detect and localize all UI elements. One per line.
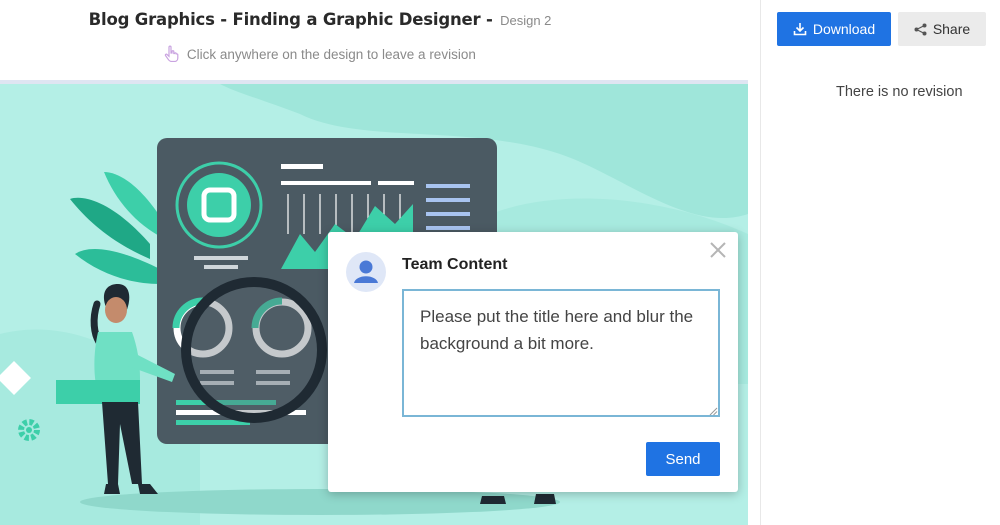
user-avatar-icon [346,252,386,292]
design-version: Design 2 [500,13,552,28]
send-button[interactable]: Send [646,442,720,476]
pointer-hand-icon [164,45,179,62]
share-icon [914,23,927,35]
title-line: Blog Graphics - Finding a Graphic Design… [0,10,640,30]
download-icon [793,23,807,36]
share-label: Share [932,21,971,37]
close-icon[interactable] [708,240,728,260]
design-title: Blog Graphics - Finding a Graphic Design… [88,10,493,29]
download-label: Download [812,21,876,37]
download-button[interactable]: Download [777,12,891,46]
comment-input[interactable]: Please put the title here and blur the b… [402,289,720,417]
hint-text: Click anywhere on the design to leave a … [186,47,476,62]
revision-hint: Click anywhere on the design to leave a … [0,45,640,62]
comment-author: Team Content [402,256,508,273]
empty-revision-message: There is no revision [836,84,963,100]
design-header: Blog Graphics - Finding a Graphic Design… [0,0,760,80]
comment-popup: Team Content Please put the title here a… [328,232,738,492]
revision-panel: Download Share There is no revision [760,0,1000,525]
share-button[interactable]: Share [898,12,986,46]
